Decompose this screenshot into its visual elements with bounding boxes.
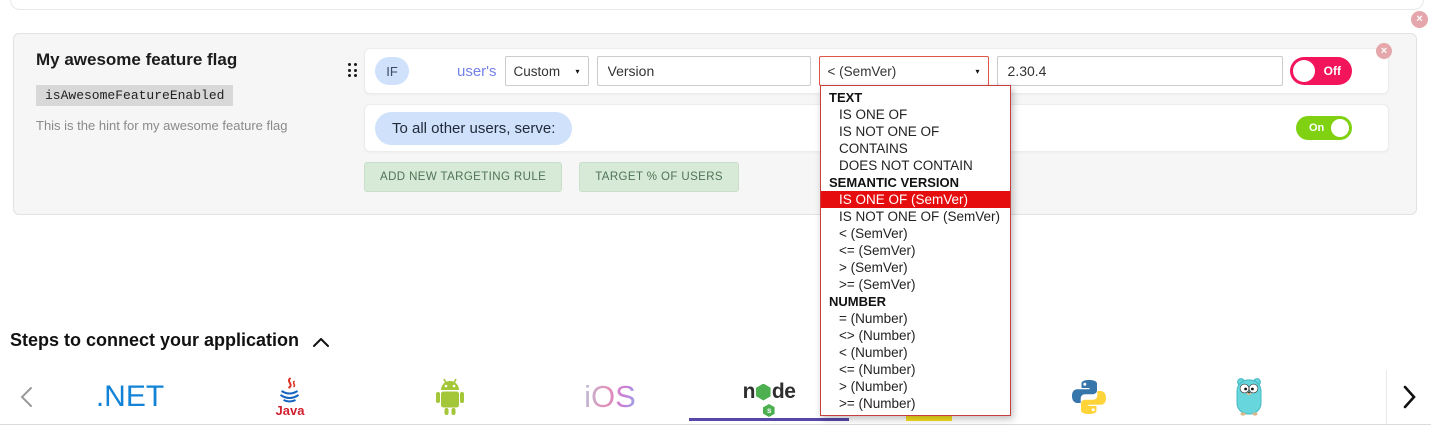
target-percent-button[interactable]: TARGET % OF USERS: [579, 162, 739, 192]
steps-heading-text: Steps to connect your application: [10, 330, 299, 351]
dropdown-option[interactable]: IS NOT ONE OF (SemVer): [821, 208, 1010, 225]
toggle-knob: [1293, 60, 1315, 82]
add-targeting-rule-button[interactable]: ADD NEW TARGETING RULE: [364, 162, 562, 192]
chevron-down-icon: ▾: [976, 67, 980, 76]
flag-title: My awesome feature flag: [36, 50, 356, 70]
page-close-icon[interactable]: ×: [1411, 11, 1428, 28]
toggle-label: On: [1309, 122, 1324, 134]
ios-logo-icon: iOS: [584, 379, 636, 415]
sdk-tab-java[interactable]: Java: [276, 370, 305, 424]
dropdown-option[interactable]: DOES NOT CONTAIN: [821, 157, 1010, 174]
comparator-select-value: < (SemVer): [828, 64, 897, 79]
steps-heading: Steps to connect your application: [10, 330, 329, 351]
sdk-carousel: .NET Java: [0, 370, 1431, 425]
attribute-select[interactable]: Custom ▾: [505, 56, 589, 86]
carousel-right-arrow-icon: [1403, 385, 1416, 409]
python-logo-icon: [1070, 378, 1108, 416]
dropdown-option-selected[interactable]: IS ONE OF (SemVer): [821, 191, 1010, 208]
go-gopher-logo-icon: [1235, 375, 1263, 419]
if-badge: IF: [375, 57, 409, 85]
flag-hint: This is the hint for my awesome feature …: [36, 118, 356, 133]
comparison-value-input[interactable]: [997, 56, 1283, 86]
active-tab-underline: [689, 418, 849, 421]
dropdown-option[interactable]: IS NOT ONE OF: [821, 123, 1010, 140]
node-logo-icon: nde s: [743, 380, 796, 404]
toggle-knob: [1331, 119, 1349, 137]
sdk-tab-dotnet[interactable]: .NET: [96, 370, 164, 424]
chevron-down-icon: ▾: [576, 67, 580, 76]
android-logo-icon: [433, 377, 467, 417]
attribute-select-value: Custom: [514, 64, 561, 79]
dropdown-option[interactable]: > (Number): [821, 378, 1010, 395]
dropdown-option[interactable]: >= (Number): [821, 395, 1010, 412]
dropdown-option[interactable]: > (SemVer): [821, 259, 1010, 276]
toggle-label: Off: [1324, 64, 1341, 78]
dropdown-group-text: TEXT: [821, 89, 1010, 106]
dropdown-group-semver: SEMANTIC VERSION: [821, 174, 1010, 191]
subject-label: user's: [457, 63, 497, 80]
previous-card-edge: [10, 0, 1424, 10]
rule-actions: ADD NEW TARGETING RULE TARGET % OF USERS: [364, 162, 739, 192]
default-rule-label: To all other users, serve:: [375, 112, 572, 145]
attribute-name-input[interactable]: [597, 56, 811, 86]
collapse-chevron-up-icon[interactable]: [313, 338, 329, 347]
dropdown-option[interactable]: = (Number): [821, 310, 1010, 327]
dropdown-option[interactable]: <= (Number): [821, 361, 1010, 378]
sdk-tab-android[interactable]: [433, 370, 467, 424]
sdk-tab-node[interactable]: nde s: [743, 370, 796, 424]
default-serve-toggle[interactable]: On: [1296, 116, 1352, 140]
dropdown-option[interactable]: <= (SemVer): [821, 242, 1010, 259]
carousel-left-arrow-icon[interactable]: [20, 386, 33, 413]
feature-flag-card: My awesome feature flag isAwesomeFeature…: [13, 33, 1417, 215]
carousel-right-arrow[interactable]: [1386, 370, 1431, 424]
flag-info: My awesome feature flag isAwesomeFeature…: [36, 50, 356, 133]
comparator-dropdown: TEXT IS ONE OF IS NOT ONE OF CONTAINS DO…: [820, 85, 1011, 416]
dropdown-option[interactable]: CONTAINS: [821, 140, 1010, 157]
dropdown-option[interactable]: IS ONE OF: [821, 106, 1010, 123]
flag-key-badge: isAwesomeFeatureEnabled: [36, 85, 233, 106]
java-logo-icon: Java: [276, 377, 305, 418]
sdk-tab-ios[interactable]: iOS: [584, 370, 636, 424]
node-hexagon-icon: [756, 384, 771, 401]
dropdown-option[interactable]: >= (SemVer): [821, 276, 1010, 293]
comparator-select[interactable]: < (SemVer) ▾: [819, 56, 989, 86]
card-close-icon[interactable]: ×: [1376, 43, 1392, 59]
dropdown-option[interactable]: < (SemVer): [821, 225, 1010, 242]
dotnet-logo-icon: .NET: [96, 380, 164, 414]
sdk-tab-go[interactable]: [1235, 370, 1263, 424]
drag-handle[interactable]: [348, 63, 358, 80]
dropdown-option[interactable]: < (Number): [821, 344, 1010, 361]
node-js-badge-icon: s: [763, 404, 775, 417]
rule-serve-toggle[interactable]: Off: [1290, 57, 1352, 85]
dropdown-group-number: NUMBER: [821, 293, 1010, 310]
sdk-tab-python[interactable]: [1070, 370, 1108, 424]
dropdown-option[interactable]: <> (Number): [821, 327, 1010, 344]
